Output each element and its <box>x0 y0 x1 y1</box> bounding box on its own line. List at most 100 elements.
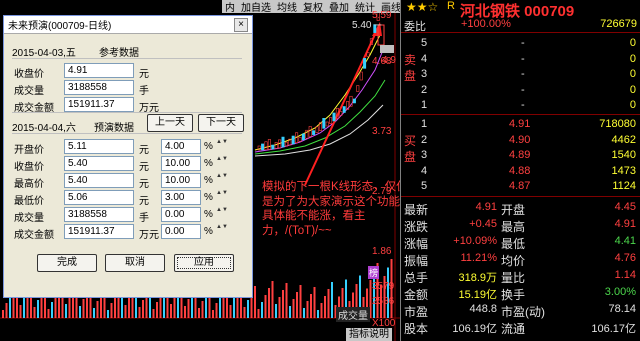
candlestick <box>301 133 305 141</box>
sell-volume: 0 <box>629 99 636 111</box>
spin-arrows-icon[interactable]: ▲▼ <box>216 224 228 239</box>
stat-value: 106.19亿 <box>452 323 497 335</box>
pred-row-value[interactable]: 5.40 <box>64 173 134 188</box>
stat-label: 涨幅 <box>404 237 429 251</box>
stat-label: 涨跌 <box>404 220 429 234</box>
candlestick <box>359 71 363 81</box>
spin-arrows-icon[interactable]: ▲▼ <box>216 207 228 222</box>
ref-row-unit: 手 <box>139 86 149 97</box>
spin-arrows-icon[interactable]: ▲▼ <box>216 156 228 171</box>
sell-level: 4 <box>421 52 428 65</box>
pred-row-unit: 手 <box>139 213 149 224</box>
pred-row-label: 开盘价 <box>14 145 44 156</box>
price-axis-label: 3.73 <box>372 126 392 137</box>
sell-side-label: 卖盘 <box>404 53 417 83</box>
stat-value: 106.17亿 <box>591 323 636 335</box>
future-preview-dialog[interactable]: 未来预演(000709-日线) × 2015-04-03,五 参考数据 收盘价 4… <box>3 15 253 298</box>
stat-label: 最新 <box>404 203 429 217</box>
volume-bar <box>37 300 39 318</box>
volume-bar <box>243 307 246 318</box>
stat-label: 股本 <box>404 322 429 336</box>
pred-row-value[interactable]: 5.40 <box>64 156 134 171</box>
stat-value: 4.45 <box>614 201 636 213</box>
buy-volume: 718080 <box>599 118 636 130</box>
volume-bar <box>271 281 274 318</box>
stat-value: 318.9万 <box>458 272 497 284</box>
spin-arrows-icon[interactable]: ▲▼ <box>216 190 228 205</box>
stock-title: 河北钢铁 000709 <box>460 3 575 20</box>
volume-bar <box>96 301 99 318</box>
pred-row-pct[interactable]: 0.00 <box>161 207 201 222</box>
cancel-button[interactable]: 取消 <box>105 254 165 272</box>
pred-row-pct-unit: % <box>204 209 213 220</box>
pred-row-pct-unit: % <box>204 158 213 169</box>
buy-level: 1 <box>421 118 428 130</box>
pred-row-unit: 元 <box>139 162 149 173</box>
pred-row-label: 最高价 <box>14 179 44 190</box>
stat-value: 4.91 <box>475 201 497 213</box>
stat-label: 开盘 <box>501 203 526 217</box>
prev-day-button[interactable]: 上一天 <box>147 114 193 132</box>
sell-volume: 0 <box>629 37 636 49</box>
candlestick <box>291 135 295 145</box>
indicator-button[interactable]: 指标说明 <box>346 328 392 341</box>
candlestick <box>274 142 278 149</box>
pred-row-pct[interactable]: 4.00 <box>161 139 201 154</box>
buy-level: 2 <box>421 133 428 146</box>
toolbar-item[interactable]: 内 <box>222 0 238 14</box>
volume-bar <box>275 304 277 318</box>
buy-side-label: 买盘 <box>404 134 417 164</box>
stat-label: 量比 <box>501 271 526 285</box>
sell-volume: 0 <box>629 68 636 80</box>
sell-volume: 0 <box>629 83 636 96</box>
volume-bar <box>2 310 4 318</box>
volume-bar <box>387 267 389 318</box>
pred-row-pct[interactable]: 10.00 <box>161 156 201 171</box>
stat-label: 市盈 <box>404 305 429 319</box>
toolbar-item[interactable]: 叠加 <box>326 0 352 14</box>
stat-label: 换手 <box>501 288 526 302</box>
pred-row-value[interactable]: 5.11 <box>64 139 134 154</box>
dialog-title: 未来预演(000709-日线) <box>8 21 112 32</box>
volume-axis-label: X100 <box>372 318 396 329</box>
book-divider <box>401 114 640 115</box>
ref-row-value: 4.91 <box>64 63 134 78</box>
sell-level: 3 <box>421 68 428 80</box>
buy-level: 5 <box>421 180 428 192</box>
stat-label: 流通 <box>501 322 526 336</box>
buy-volume: 4462 <box>611 133 636 146</box>
close-icon[interactable]: × <box>234 17 248 32</box>
pred-row-value[interactable]: 5.06 <box>64 190 134 205</box>
pred-row-pct[interactable]: 0.00 <box>161 224 201 239</box>
spin-arrows-icon[interactable]: ▲▼ <box>216 139 228 154</box>
done-button[interactable]: 完成 <box>37 254 97 272</box>
ma-green-line <box>254 79 386 155</box>
toolbar-item[interactable]: 复权 <box>300 0 326 14</box>
volume-bar <box>33 307 36 318</box>
volume-bar <box>79 306 81 318</box>
volume-bar <box>233 298 235 318</box>
book-divider <box>401 196 640 197</box>
pred-row-value[interactable]: 151911.37 <box>64 224 134 239</box>
current-price-box <box>380 45 394 53</box>
volume-bar <box>54 295 57 318</box>
volume-bar <box>296 292 298 318</box>
dialog-titlebar[interactable]: 未来预演(000709-日线) × <box>4 16 252 34</box>
volume-bar <box>331 282 333 318</box>
volume-bar <box>254 286 256 318</box>
spin-arrows-icon[interactable]: ▲▼ <box>216 173 228 188</box>
apply-button[interactable]: 应用 <box>174 254 234 272</box>
candlestick <box>356 85 360 92</box>
pred-row-value[interactable]: 3188558 <box>64 207 134 222</box>
pred-row-pct[interactable]: 3.00 <box>161 190 201 205</box>
candlestick <box>267 139 271 150</box>
pred-row-label: 收盘价 <box>14 162 44 173</box>
next-day-button[interactable]: 下一天 <box>198 114 244 132</box>
volume-bar <box>282 290 284 318</box>
pred-row-pct[interactable]: 10.00 <box>161 173 201 188</box>
top-annotation: 5.40 ─ <box>352 20 382 31</box>
toolbar-item[interactable]: 加自选 <box>238 0 274 14</box>
volume-bar <box>261 302 263 318</box>
volume-bar <box>289 306 291 318</box>
toolbar-item[interactable]: 均线 <box>274 0 300 14</box>
